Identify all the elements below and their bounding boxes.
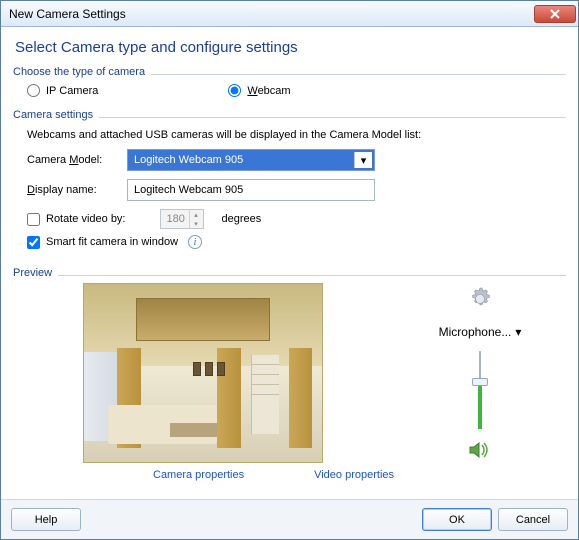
titlebar: New Camera Settings	[1, 1, 578, 27]
volume-slider[interactable]	[475, 351, 485, 429]
page-heading: Select Camera type and configure setting…	[15, 39, 566, 56]
microphone-label: Microphone...	[439, 325, 512, 339]
camera-properties-link[interactable]: Camera properties	[153, 469, 244, 481]
info-icon[interactable]: i	[188, 235, 202, 249]
group-camera-type: Choose the type of camera IP Camera Webc…	[13, 66, 566, 101]
smartfit-label: Smart fit camera in window	[46, 236, 178, 248]
rotate-checkbox[interactable]	[27, 213, 40, 226]
close-icon	[549, 9, 561, 19]
video-properties-link[interactable]: Video properties	[314, 469, 394, 481]
speaker-icon[interactable]	[469, 441, 491, 459]
group-camera-settings-label: Camera settings	[13, 109, 99, 121]
cancel-button[interactable]: Cancel	[498, 508, 568, 531]
dialog-window: New Camera Settings Select Camera type a…	[0, 0, 579, 540]
display-name-value: Logitech Webcam 905	[134, 184, 243, 196]
gear-icon[interactable]	[466, 285, 494, 313]
display-name-input[interactable]: Logitech Webcam 905	[127, 179, 375, 201]
chevron-down-icon: ▾	[515, 325, 521, 339]
display-name-label: Display name:	[27, 184, 127, 196]
help-button[interactable]: Help	[11, 508, 81, 531]
radio-ip-camera-input[interactable]	[27, 84, 40, 97]
camera-model-value: Logitech Webcam 905	[134, 154, 243, 166]
group-camera-type-label: Choose the type of camera	[13, 66, 151, 78]
radio-webcam-label: Webcam	[247, 85, 290, 97]
rotate-label: Rotate video by:	[46, 213, 126, 225]
settings-hint: Webcams and attached USB cameras will be…	[27, 129, 566, 141]
radio-ip-camera-label: IP Camera	[46, 85, 98, 97]
radio-ip-camera[interactable]: IP Camera	[27, 84, 98, 97]
dialog-footer: Help OK Cancel	[1, 499, 578, 539]
window-title: New Camera Settings	[9, 7, 534, 21]
radio-webcam[interactable]: Webcam	[228, 84, 290, 97]
camera-preview	[83, 283, 323, 463]
radio-webcam-input[interactable]	[228, 84, 241, 97]
camera-model-combo[interactable]: Logitech Webcam 905 ▾	[127, 149, 375, 171]
group-camera-settings: Camera settings Webcams and attached USB…	[13, 109, 566, 259]
ok-button[interactable]: OK	[422, 508, 492, 531]
microphone-dropdown[interactable]: Microphone... ▾	[439, 325, 522, 339]
group-preview: Preview Camera properties V	[13, 267, 566, 481]
rotate-spinner[interactable]: 180 ▴▾	[160, 209, 204, 229]
group-preview-label: Preview	[13, 267, 58, 279]
camera-model-label: Camera Model:	[27, 154, 127, 166]
content-area: Select Camera type and configure setting…	[1, 27, 578, 499]
rotate-unit: degrees	[222, 213, 262, 225]
rotate-value: 180	[167, 213, 185, 225]
spinner-buttons[interactable]: ▴▾	[189, 210, 203, 228]
chevron-down-icon: ▾	[354, 152, 372, 168]
smartfit-checkbox[interactable]	[27, 236, 40, 249]
close-button[interactable]	[534, 5, 576, 23]
